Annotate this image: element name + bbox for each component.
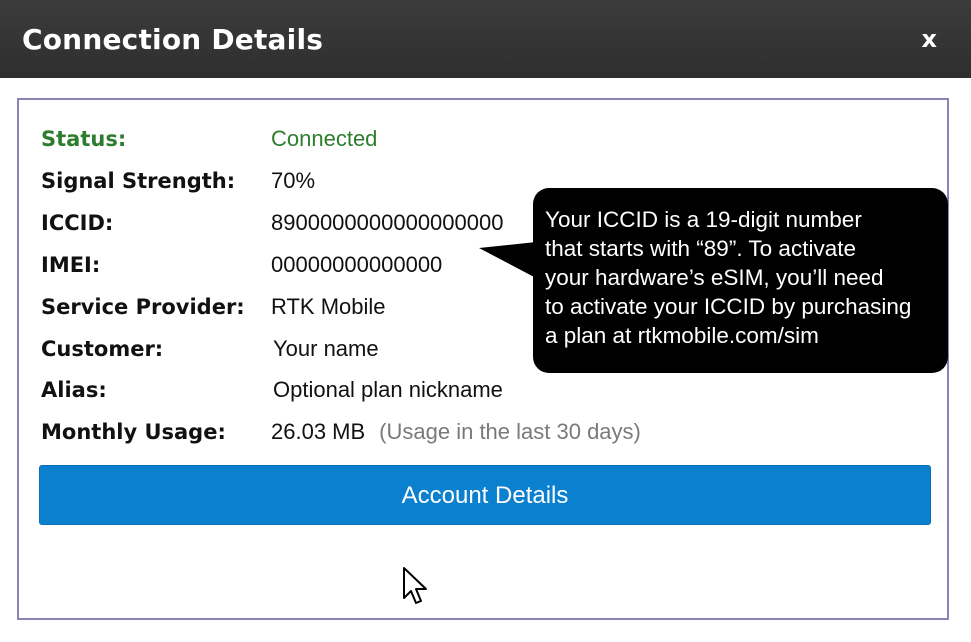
imei-label: IMEI: xyxy=(41,253,101,277)
iccid-value: 8900000000000000000 xyxy=(271,210,504,235)
signal-strength-label: Signal Strength: xyxy=(41,169,236,193)
detail-row-status: Status: Connected xyxy=(41,124,741,154)
monthly-usage-value: 26.03 MB xyxy=(271,419,366,444)
mouse-pointer-icon xyxy=(403,567,427,604)
dialog-title: Connection Details xyxy=(22,23,324,56)
monthly-usage-label: Monthly Usage: xyxy=(41,420,226,444)
close-button[interactable]: x xyxy=(922,24,937,54)
iccid-callout: Your ICCID is a 19-digit number that sta… xyxy=(533,188,948,373)
callout-line: Your ICCID is a 19-digit number xyxy=(545,207,862,232)
callout-line: to activate your ICCID by purchasing xyxy=(545,294,912,319)
dialog-titlebar: Connection Details x xyxy=(0,0,971,78)
callout-line: your hardware’s eSIM, you’ll need xyxy=(545,265,884,290)
iccid-label: ICCID: xyxy=(41,211,114,235)
page: Connection Details x Status: Connected S… xyxy=(0,0,971,642)
customer-value: Your name xyxy=(273,336,379,361)
callout-line: a plan at rtkmobile.com/sim xyxy=(545,323,819,348)
service-provider-value: RTK Mobile xyxy=(271,294,386,319)
status-value: Connected xyxy=(271,126,378,151)
signal-strength-value: 70% xyxy=(271,168,316,193)
monthly-usage-value-group: 26.03 MB (Usage in the last 30 days) xyxy=(271,417,641,447)
service-provider-label: Service Provider: xyxy=(41,295,245,319)
monthly-usage-note: (Usage in the last 30 days) xyxy=(379,419,641,444)
callout-line: that starts with “89”. To activate xyxy=(545,236,856,261)
imei-value: 00000000000000 xyxy=(271,252,443,277)
close-icon: x xyxy=(921,25,937,53)
alias-label: Alias: xyxy=(41,378,107,402)
customer-label: Customer: xyxy=(41,337,164,361)
detail-row-alias: Alias: Optional plan nickname xyxy=(41,375,741,405)
status-label: Status: xyxy=(41,127,127,151)
detail-row-monthly-usage: Monthly Usage: 26.03 MB (Usage in the las… xyxy=(41,417,741,447)
alias-value: Optional plan nickname xyxy=(273,377,503,402)
account-details-button[interactable]: Account Details xyxy=(39,465,931,525)
